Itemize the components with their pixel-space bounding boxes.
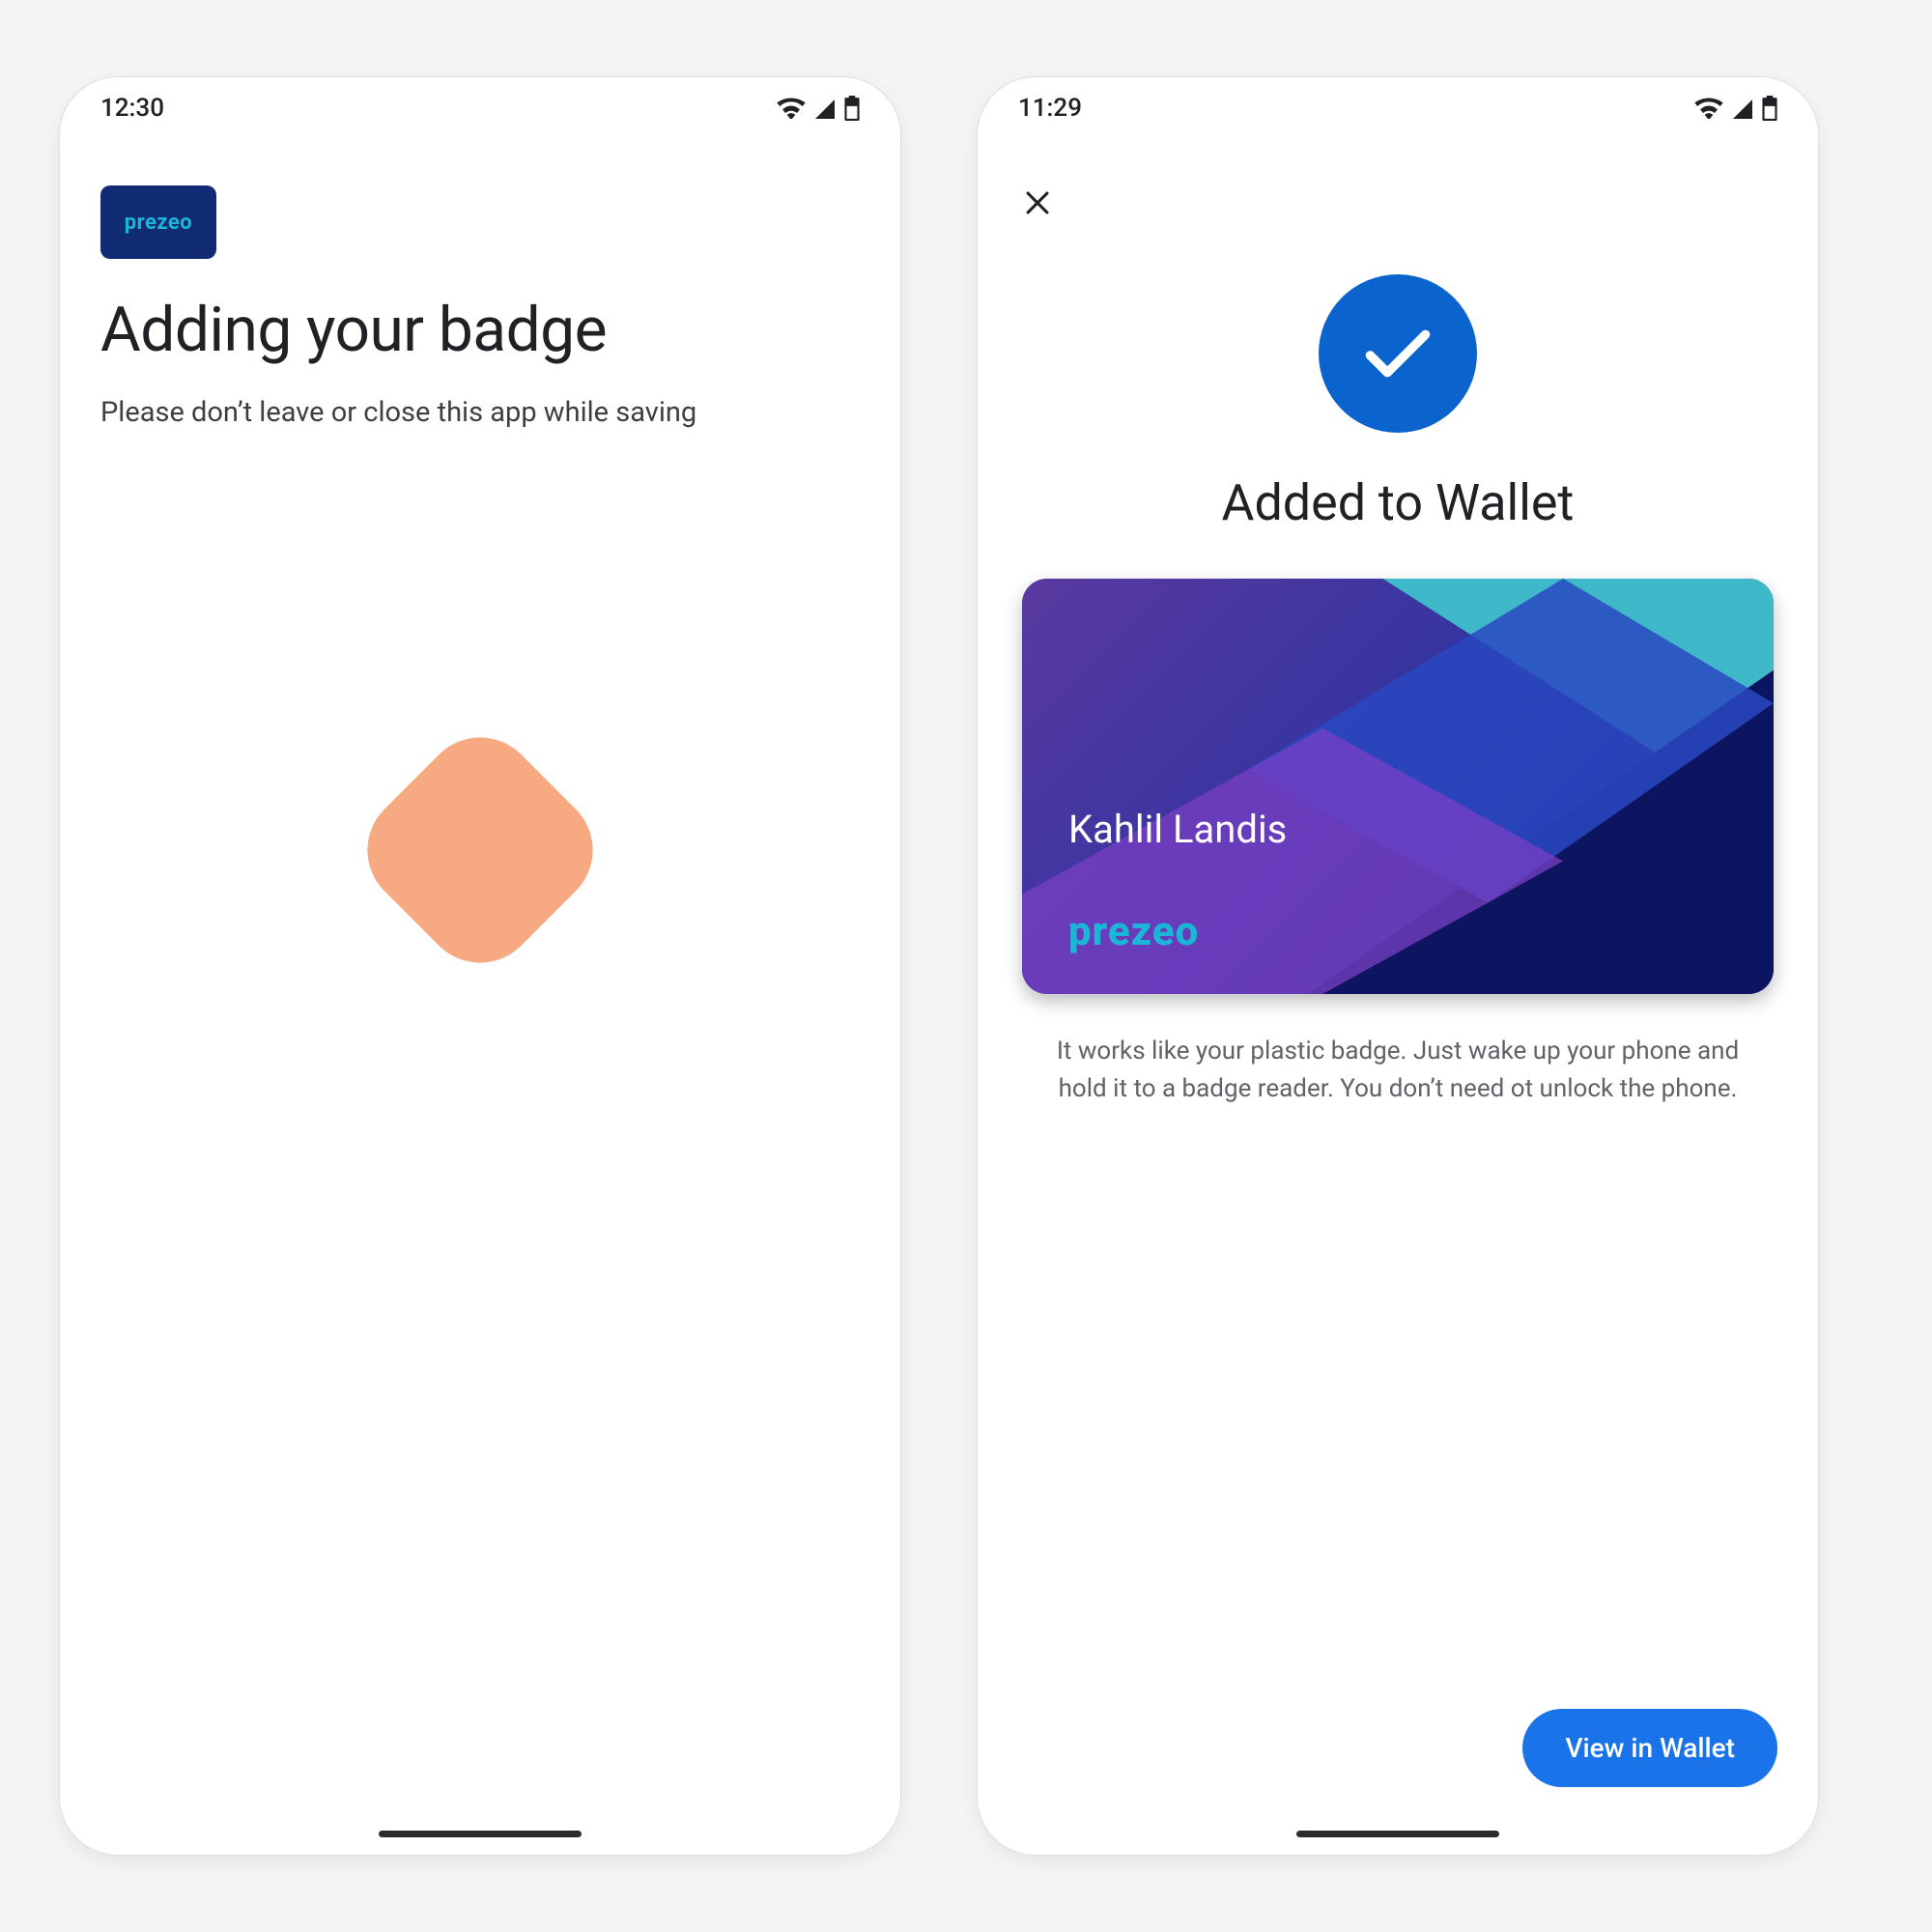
- status-bar: 11:29: [978, 77, 1818, 139]
- status-icons: [1694, 96, 1777, 121]
- phone-screen-adding: 12:30 prezeo Adding your badge Please do…: [60, 77, 900, 1855]
- view-in-wallet-button[interactable]: View in Wallet: [1522, 1709, 1777, 1787]
- checkmark-icon: [1356, 312, 1439, 395]
- cellular-icon: [1731, 98, 1754, 119]
- status-icons: [777, 96, 860, 121]
- battery-icon: [844, 96, 860, 121]
- screen-body: Added to Wallet Kahlil Landis prezeo It …: [978, 228, 1818, 1108]
- close-button[interactable]: [1012, 178, 1063, 228]
- close-icon: [1021, 186, 1054, 219]
- diamond-spinner-icon: [344, 714, 617, 987]
- wifi-icon: [777, 98, 806, 119]
- description-text: It works like your plastic badge. Just w…: [1050, 1033, 1746, 1108]
- status-time: 12:30: [100, 94, 164, 123]
- wallet-badge-card[interactable]: Kahlil Landis prezeo: [1022, 579, 1774, 994]
- battery-icon: [1762, 96, 1777, 121]
- screen-body: prezeo Adding your badge Please don’t le…: [60, 139, 900, 433]
- brand-badge-label: prezeo: [125, 211, 192, 235]
- status-bar: 12:30: [60, 77, 900, 139]
- page-title: Added to Wallet: [1222, 473, 1575, 532]
- page-title: Adding your badge: [100, 294, 860, 366]
- page-subtitle: Please don’t leave or close this app whi…: [100, 393, 860, 433]
- nav-pill[interactable]: [1296, 1831, 1499, 1837]
- success-check-icon: [1319, 274, 1477, 433]
- cardholder-name: Kahlil Landis: [1068, 807, 1287, 852]
- loading-indicator: [384, 753, 577, 947]
- cellular-icon: [813, 98, 837, 119]
- phone-screen-added: 11:29 Added to Wallet Kahlil Landis prez…: [978, 77, 1818, 1855]
- status-time: 11:29: [1018, 94, 1082, 123]
- top-bar: [978, 139, 1818, 228]
- wifi-icon: [1694, 98, 1723, 119]
- nav-pill[interactable]: [379, 1831, 582, 1837]
- card-brand-label: prezeo: [1068, 908, 1199, 955]
- brand-badge-chip: prezeo: [100, 185, 216, 259]
